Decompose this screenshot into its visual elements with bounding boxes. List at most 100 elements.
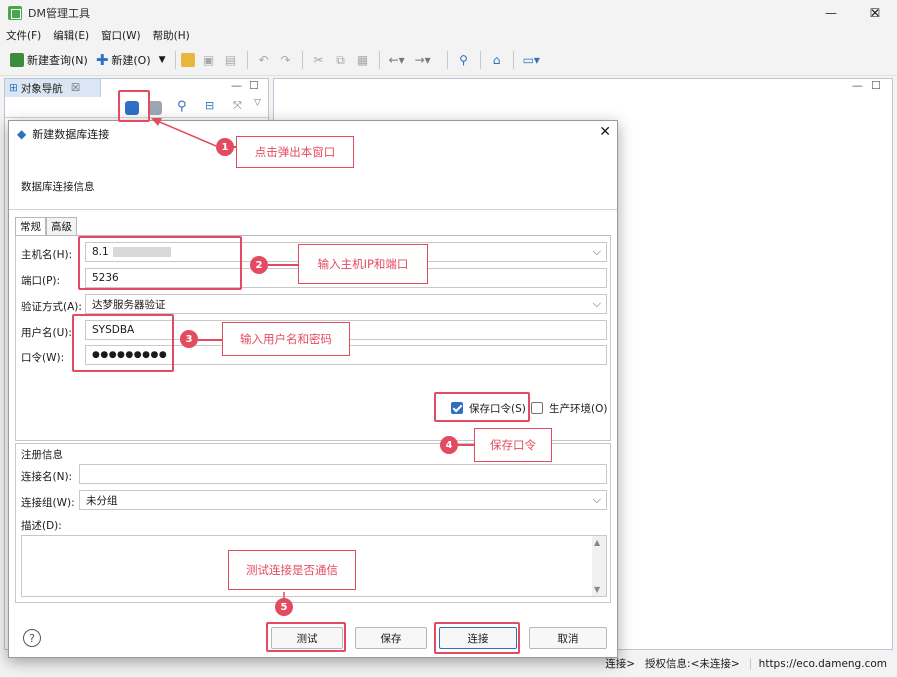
chevron-down-icon[interactable]: ⌵	[593, 245, 601, 259]
menu-help[interactable]: 帮助(H)	[153, 28, 190, 43]
scroll-down-icon[interactable]: ▼	[594, 585, 600, 594]
annotation-callout: 测试连接是否通信	[228, 550, 356, 590]
production-env-checkbox[interactable]	[531, 402, 543, 414]
window-list-icon[interactable]: ▭▾	[523, 53, 540, 67]
host-label: 主机名(H):	[21, 249, 73, 261]
navigator-icon: ⊞	[9, 82, 18, 94]
menu-file[interactable]: 文件(F)	[6, 28, 41, 43]
save-icon[interactable]: ▣	[202, 53, 216, 67]
back-icon[interactable]: ←▾	[389, 53, 405, 67]
toolbar-divider	[446, 50, 448, 69]
highlight-connect-button	[434, 622, 520, 654]
home-icon[interactable]: ⌂	[490, 53, 504, 67]
auth-value: 达梦服务器验证	[92, 298, 166, 311]
toolbar-divider	[246, 50, 248, 69]
new-query-label: 新建查询(N)	[27, 53, 88, 67]
collapse-icon[interactable]: ⊟	[205, 99, 214, 112]
close-tab-icon[interactable]: ☒	[71, 82, 80, 94]
close-window-button[interactable]: ✕	[860, 0, 890, 26]
save-button[interactable]: 保存	[355, 627, 427, 649]
toolbar-divider	[378, 50, 380, 69]
annotation-number: 3	[180, 330, 198, 348]
annotation-callout: 保存口令	[474, 428, 552, 462]
open-folder-icon[interactable]	[180, 52, 195, 67]
auth-select[interactable]: 达梦服务器验证 ⌵	[85, 294, 607, 314]
maximize-editor-icon[interactable]: ☐	[871, 79, 881, 92]
status-connection: 连接>	[605, 658, 636, 670]
chevron-down-icon[interactable]: ⌵	[593, 297, 601, 311]
new-query-button[interactable]: 新建查询(N)	[6, 48, 92, 72]
chevron-down-icon[interactable]: ⌵	[593, 493, 601, 507]
annotation-leader	[458, 444, 474, 446]
highlight-test-button	[266, 622, 346, 652]
close-dialog-button[interactable]: ✕	[599, 124, 611, 140]
forward-icon[interactable]: →▾	[415, 53, 431, 67]
dropdown-arrow-icon[interactable]: ▼	[159, 55, 166, 65]
highlight-host-port	[78, 236, 242, 290]
register-section-title: 注册信息	[21, 449, 63, 461]
annotation-leader	[268, 264, 298, 266]
cut-icon[interactable]: ✂	[312, 53, 326, 67]
copy-icon[interactable]: ⧉	[334, 53, 348, 67]
annotation-callout: 输入用户名和密码	[222, 322, 350, 356]
minimize-editor-icon[interactable]: —	[852, 79, 863, 92]
expand-icon[interactable]: ⤧	[233, 99, 242, 113]
description-label: 描述(D):	[21, 520, 62, 532]
connection-name-field[interactable]	[79, 464, 607, 484]
tree-icon[interactable]: ⚲	[457, 53, 471, 67]
toolbar-divider	[512, 50, 514, 69]
annotation-callout: 点击弹出本窗口	[236, 136, 354, 168]
annotation-number: 2	[250, 256, 268, 274]
tab-general[interactable]: 常规	[15, 217, 46, 235]
toolbar-divider	[174, 50, 176, 69]
status-auth: 授权信息:<未连接>	[645, 658, 740, 670]
annotation-leader	[198, 339, 222, 341]
port-label: 端口(P):	[21, 275, 61, 287]
view-menu-icon[interactable]: ▽	[254, 98, 261, 108]
status-url[interactable]: https://eco.dameng.com	[749, 657, 887, 670]
dialog-tabs: 常规 高级	[15, 217, 77, 235]
highlight-save-password	[434, 392, 530, 422]
title-bar: DM管理工具 — ☐	[0, 0, 897, 26]
menu-bar: 文件(F) 编辑(E) 窗口(W) 帮助(H)	[0, 26, 897, 44]
main-toolbar: 新建查询(N) ✚ 新建(O) ▼ ▣ ▤ ↶ ↷ ✂ ⧉ ▦ ←▾ →▾ ⚲ …	[0, 44, 897, 76]
toolbar-divider	[301, 50, 303, 69]
annotation-number: 4	[440, 436, 458, 454]
scroll-up-icon[interactable]: ▲	[594, 538, 600, 547]
save-all-icon[interactable]: ▤	[224, 53, 238, 67]
tab-advanced[interactable]: 高级	[46, 217, 77, 235]
auth-label: 验证方式(A):	[21, 301, 82, 313]
tab-object-navigator[interactable]: ⊞ 对象导航 ☒	[5, 79, 101, 97]
toolbar-divider	[479, 50, 481, 69]
minimize-button[interactable]: —	[809, 0, 853, 26]
connection-icon: ◆	[17, 127, 27, 141]
connection-group-label: 连接组(W):	[21, 497, 75, 509]
dialog-subtitle: 数据库连接信息	[21, 181, 95, 193]
scrollbar[interactable]: ▲ ▼	[592, 536, 606, 596]
minimize-panel-icon[interactable]: —	[231, 79, 242, 92]
connection-group-select[interactable]: 未分组 ⌵	[79, 490, 607, 510]
disconnect-icon[interactable]	[148, 101, 162, 115]
plus-icon: ✚	[95, 50, 109, 69]
new-query-icon	[10, 52, 24, 67]
dialog-title: 新建数据库连接	[32, 128, 110, 141]
user-label: 用户名(U):	[21, 327, 72, 339]
highlight-user-password	[72, 314, 174, 372]
menu-window[interactable]: 窗口(W)	[101, 28, 141, 43]
undo-icon[interactable]: ↶	[257, 53, 271, 67]
maximize-panel-icon[interactable]: ☐	[249, 79, 259, 92]
help-icon[interactable]: ?	[23, 629, 41, 647]
paste-icon[interactable]: ▦	[356, 53, 370, 67]
cancel-button[interactable]: 取消	[529, 627, 607, 649]
app-logo-icon	[8, 6, 22, 20]
search-icon[interactable]: ⚲	[177, 99, 187, 114]
connection-group-value: 未分组	[86, 494, 118, 507]
redo-icon[interactable]: ↷	[279, 53, 293, 67]
annotation-callout: 输入主机IP和端口	[298, 244, 428, 284]
menu-edit[interactable]: 编辑(E)	[53, 28, 89, 43]
new-label: 新建(O)	[111, 53, 151, 67]
new-button[interactable]: ✚ 新建(O) ▼	[92, 48, 170, 72]
highlight-new-connection	[118, 90, 150, 122]
production-env-label: 生产环境(O)	[549, 403, 608, 415]
window-title: DM管理工具	[28, 7, 90, 20]
